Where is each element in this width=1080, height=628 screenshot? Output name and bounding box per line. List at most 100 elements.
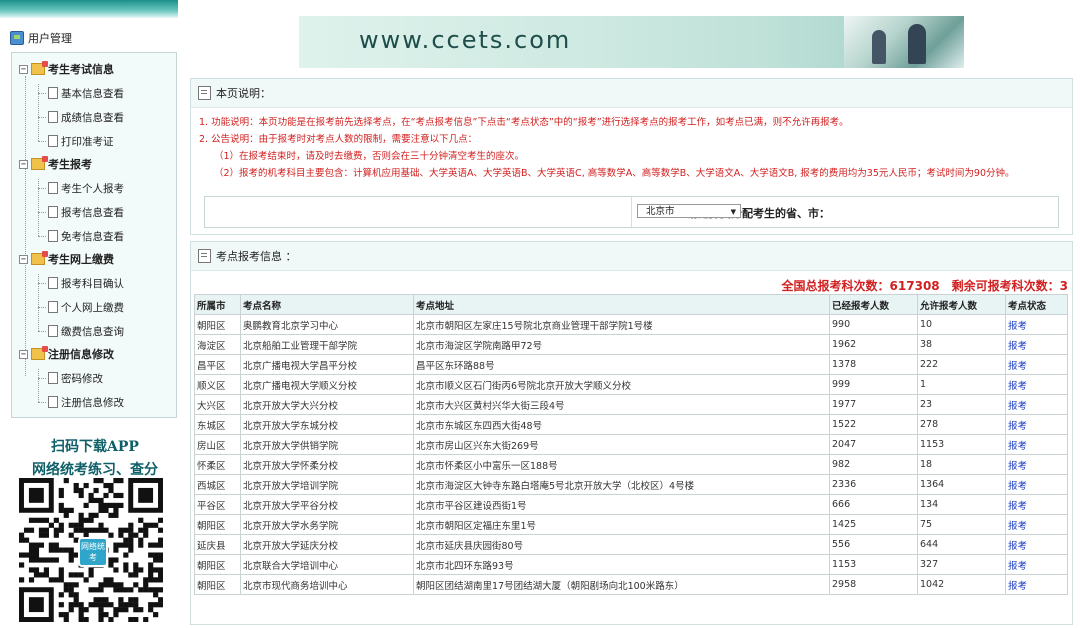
notice-line-3: （1）在报考结束时，请及时去缴费，否则会在三十分钟清空考生的座次。 [214,151,525,162]
page-icon [48,301,58,313]
page-icon [48,182,58,194]
dropdown-arrow-icon: ▼ [730,208,736,216]
table-row: 海淀区 北京船舶工业管理干部学院 北京市海淀区学院南路甲72号 1962 38 报考 [194,334,1068,355]
cell-site-address: 北京市朝阳区定福庄东里1号 [413,514,830,535]
banner-url: www.ccets.com [359,26,572,54]
column-header: 考点地址 [413,294,830,315]
nav-item-subject-confirm[interactable]: 报考科目确认 [48,273,124,293]
cell-site-address: 北京市北四环东路93号 [413,554,830,575]
nav-item-personal-registration[interactable]: 考生个人报考 [48,178,124,198]
cell-site-address: 北京市顺义区石门街丙6号院北京开放大学顺义分校 [413,374,830,395]
cell-site-name: 北京开放大学培训学院 [240,474,414,495]
nav-group-exam-info[interactable]: − 考生考试信息 [19,59,114,79]
cell-allowed-count: 327 [917,554,1006,575]
nav-group-registration[interactable]: − 考生报考 [19,154,92,174]
user-management-icon [10,31,24,45]
column-header: 考点名称 [240,294,414,315]
collapse-icon[interactable]: − [19,349,28,359]
nav-item-personal-payment[interactable]: 个人网上缴费 [48,297,124,317]
page-icon [48,135,58,147]
column-header: 已经报考人数 [829,294,918,315]
cell-site-name: 北京开放大学怀柔分校 [240,454,414,475]
navigation-tree: − 考生考试信息 基本信息查看 成绩信息查看 打印准考证 − 考生报考 考生个人 [11,52,177,418]
notice-line-2: 2. 公告说明：由于报考时对考点人数的限制，需要注意以下几点： [199,134,478,145]
cell-site-address: 北京市朝阳区左家庄15号院北京商业管理干部学院1号楼 [413,314,830,335]
nav-group-label: 考生考试信息 [48,63,114,76]
column-header: 所属市 [194,294,241,315]
cell-city: 顺义区 [194,374,241,395]
register-link[interactable]: 报考 [1005,374,1068,395]
register-link[interactable]: 报考 [1005,514,1068,535]
cell-city: 海淀区 [194,334,241,355]
cell-city: 平谷区 [194,494,241,515]
register-link[interactable]: 报考 [1005,574,1068,595]
register-link[interactable]: 报考 [1005,454,1068,475]
table-row: 朝阳区 北京开放大学水务学院 北京市朝阳区定福庄东里1号 1425 75 报考 [194,514,1068,535]
page-icon [48,206,58,218]
cell-city: 朝阳区 [194,574,241,595]
nav-item-label: 个人网上缴费 [61,301,124,314]
nav-group-label: 注册信息修改 [48,348,114,361]
cell-city: 朝阳区 [194,314,241,335]
cell-city: 昌平区 [194,354,241,375]
cell-registered-count: 1522 [829,414,918,435]
cell-registered-count: 1425 [829,514,918,535]
collapse-icon[interactable]: − [19,64,28,74]
qr-code[interactable]: 网络统考 [19,478,164,623]
register-link[interactable]: 报考 [1005,554,1068,575]
collapse-icon[interactable]: − [19,159,28,169]
cell-site-name: 北京开放大学延庆分校 [240,534,414,555]
register-link[interactable]: 报考 [1005,394,1068,415]
cell-city: 怀柔区 [194,454,241,475]
promo-line-2: 网络统考练习、查分 [32,462,158,478]
register-link[interactable]: 报考 [1005,414,1068,435]
cell-allowed-count: 644 [917,534,1006,555]
cell-registered-count: 999 [829,374,918,395]
cell-allowed-count: 1364 [917,474,1006,495]
cell-city: 朝阳区 [194,514,241,535]
table-row: 大兴区 北京开放大学大兴分校 北京市大兴区黄村兴华大街三段4号 1977 23 报考 [194,394,1068,415]
nav-item-exemption-info[interactable]: 免考信息查看 [48,226,124,246]
sidebar: 用户管理 − 考生考试信息 基本信息查看 成绩信息查看 打印准考证 − 考生报考… [0,0,183,628]
province-select[interactable]: 北京市 ▼ [637,204,741,218]
cell-site-name: 北京开放大学平谷分校 [240,494,414,515]
register-link[interactable]: 报考 [1005,474,1068,495]
nav-item-label: 免考信息查看 [61,230,124,243]
nav-group-online-payment[interactable]: − 考生网上缴费 [19,249,114,269]
cell-allowed-count: 1042 [917,574,1006,595]
cell-city: 延庆县 [194,534,241,555]
nav-item-password-change[interactable]: 密码修改 [48,368,103,388]
nav-item-basic-info[interactable]: 基本信息查看 [48,83,124,103]
nav-group-profile-edit[interactable]: − 注册信息修改 [19,344,114,364]
register-link[interactable]: 报考 [1005,334,1068,355]
nav-item-score-info[interactable]: 成绩信息查看 [48,107,124,127]
cell-site-name: 北京开放大学水务学院 [240,514,414,535]
banner-person-figure [908,24,926,64]
nav-item-registration-info[interactable]: 报考信息查看 [48,202,124,222]
sidebar-top-bar [0,0,178,18]
cell-site-name: 北京船舶工业管理干部学院 [240,334,414,355]
register-link[interactable]: 报考 [1005,494,1068,515]
promo-line-1: 扫码下载APP [51,439,139,455]
collapse-icon[interactable]: − [19,254,28,264]
cell-allowed-count: 75 [917,514,1006,535]
register-link[interactable]: 报考 [1005,354,1068,375]
exam-site-table: 所属市 考点名称 考点地址 已经报考人数 允许报考人数 考点状态 朝阳区 奥鹏教育… [194,294,1068,595]
cell-registered-count: 2336 [829,474,918,495]
register-link[interactable]: 报考 [1005,314,1068,335]
user-management-header: 用户管理 [10,27,72,49]
table-row: 延庆县 北京开放大学延庆分校 北京市延庆县庆园街80号 556 644 报考 [194,534,1068,555]
table-row: 昌平区 北京广播电视大学昌平分校 昌平区东环路88号 1378 222 报考 [194,354,1068,375]
register-link[interactable]: 报考 [1005,534,1068,555]
cell-site-address: 北京市海淀区大钟寺东路白塔庵5号北京开放大学（北校区）4号楼 [413,474,830,495]
register-link[interactable]: 报考 [1005,434,1068,455]
edit-note-icon [198,249,211,263]
nav-item-profile-change[interactable]: 注册信息修改 [48,392,124,412]
cell-site-address: 北京市东城区东四西大街48号 [413,414,830,435]
cell-allowed-count: 134 [917,494,1006,515]
nav-item-payment-query[interactable]: 缴费信息查询 [48,321,124,341]
cell-site-name: 奥鹏教育北京学习中心 [240,314,414,335]
nav-item-print-admission[interactable]: 打印准考证 [48,131,114,151]
cell-site-name: 北京开放大学供销学院 [240,434,414,455]
nav-item-label: 打印准考证 [61,135,114,148]
